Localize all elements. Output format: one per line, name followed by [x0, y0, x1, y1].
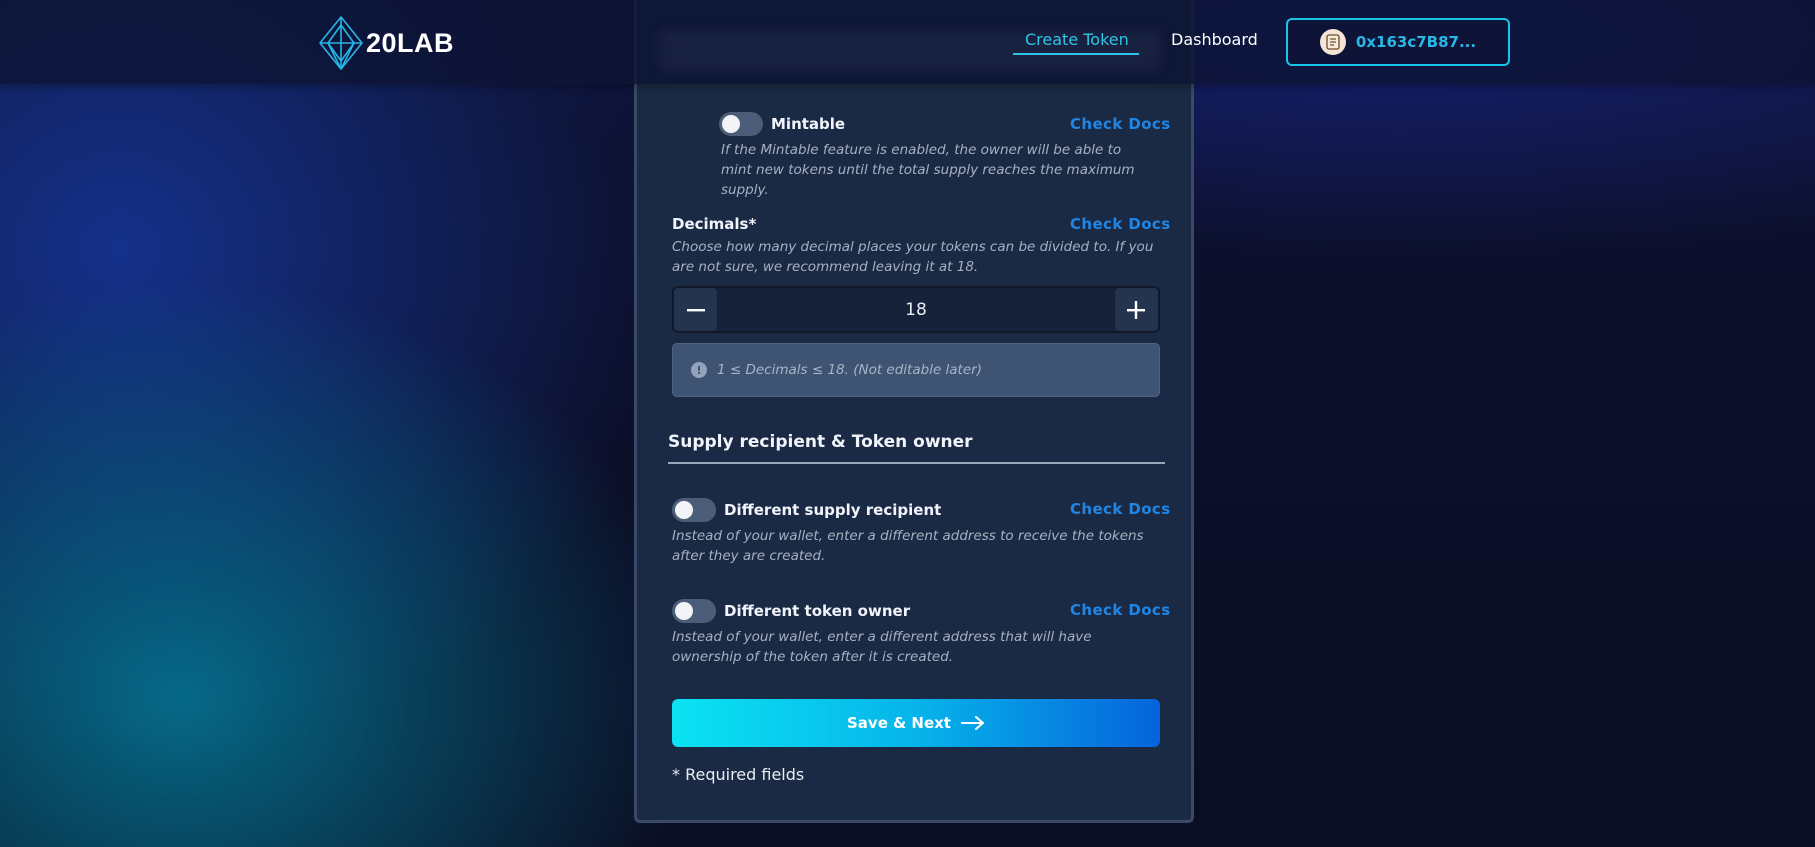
- token-form-card: Mintable Check Docs If the Mintable feat…: [634, 0, 1194, 823]
- token-owner-check-docs-link[interactable]: Check Docs: [1070, 601, 1171, 619]
- save-next-button[interactable]: Save & Next: [672, 699, 1160, 747]
- section-divider: [668, 462, 1165, 464]
- decimals-description: Choose how many decimal places your toke…: [672, 239, 1154, 275]
- mintable-label: Mintable: [771, 115, 846, 133]
- mintable-row: Mintable: [719, 112, 845, 136]
- token-owner-toggle[interactable]: [672, 599, 716, 623]
- section-title: Supply recipient & Token owner: [668, 432, 973, 452]
- decimals-info-box: ! 1 ≤ Decimals ≤ 18. (Not editable later…: [672, 343, 1160, 397]
- supply-recipient-label: Different supply recipient: [724, 501, 942, 519]
- arrow-right-icon: [960, 716, 985, 730]
- mintable-check-docs-link[interactable]: Check Docs: [1070, 115, 1171, 133]
- increment-button[interactable]: [1114, 288, 1158, 331]
- wallet-address: 0x163c7B87...: [1355, 33, 1477, 51]
- decrement-button[interactable]: [674, 288, 717, 331]
- diamond-logo-icon: [319, 16, 363, 70]
- decimals-stepper: 18: [672, 286, 1160, 333]
- token-owner-description: Instead of your wallet, enter a differen…: [672, 629, 1092, 665]
- nav-create-token[interactable]: Create Token: [1025, 30, 1129, 49]
- supply-recipient-description: Instead of your wallet, enter a differen…: [672, 528, 1144, 564]
- mintable-description: If the Mintable feature is enabled, the …: [721, 142, 1135, 198]
- supply-recipient-check-docs-link[interactable]: Check Docs: [1070, 500, 1171, 518]
- decimals-check-docs-link[interactable]: Check Docs: [1070, 215, 1171, 233]
- token-owner-row: Different token owner: [672, 599, 910, 623]
- nav-dashboard[interactable]: Dashboard: [1171, 30, 1258, 49]
- info-icon: !: [691, 362, 707, 378]
- wallet-avatar: [1319, 29, 1346, 55]
- save-next-label: Save & Next: [847, 714, 951, 732]
- logo-text: 20LAB: [366, 27, 455, 58]
- supply-recipient-row: Different supply recipient: [672, 498, 941, 522]
- decimals-info-text: 1 ≤ Decimals ≤ 18. (Not editable later): [717, 362, 982, 378]
- plus-icon: [1127, 300, 1146, 319]
- wallet-button[interactable]: 0x163c7B87...: [1286, 18, 1510, 66]
- minus-icon: [686, 308, 705, 311]
- top-header: 20LAB Create Token Dashboard 0x163c7B87.…: [0, 0, 1815, 84]
- supply-recipient-toggle[interactable]: [672, 498, 716, 522]
- decimals-value[interactable]: 18: [905, 300, 927, 320]
- nav-active-underline: [1013, 53, 1139, 55]
- mintable-toggle[interactable]: [719, 112, 763, 136]
- token-owner-label: Different token owner: [724, 602, 911, 620]
- logo[interactable]: 20LAB: [318, 16, 454, 70]
- required-fields-note: * Required fields: [672, 765, 805, 784]
- decimals-label: Decimals*: [672, 215, 757, 233]
- scroll-icon: [1326, 34, 1340, 50]
